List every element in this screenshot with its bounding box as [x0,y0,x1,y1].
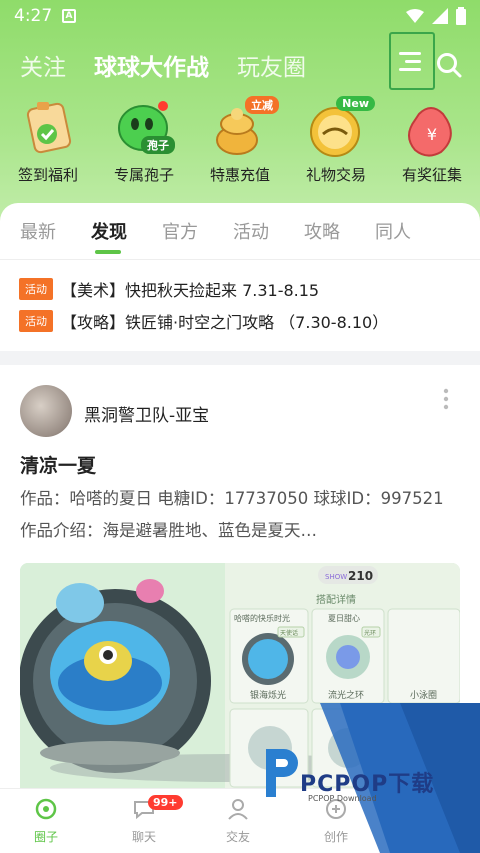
quick-gift-trade[interactable]: New 礼物交易 [288,96,384,185]
battery-icon [456,7,466,25]
quick-actions: 签到福利 孢子 专属孢子 立减 特惠充值 New 礼物交易 ¥ 有奖征集 [0,96,480,185]
quick-label: 有奖征集 [401,166,462,184]
menu-button[interactable] [389,32,435,90]
nav-label: 圈子 [33,830,58,844]
tab-ball-battle[interactable]: 球球大作战 [94,48,209,82]
nav-label: 聊天 [131,830,156,844]
item-label-3: 银海烁光 [250,689,286,701]
item-tag-2: 光环 [364,629,376,637]
chat-badge: 99+ [148,795,183,810]
subtab-guide[interactable]: 攻略 [304,218,375,244]
post-title: 清凉一夏 [20,455,97,477]
status-bar: 4:27 A [0,0,480,32]
subtab-discover[interactable]: 发现 [91,218,162,254]
subtab-activity[interactable]: 活动 [233,218,304,244]
notice-tag: 活动 [19,310,53,332]
item-tag-1: 天使话 [280,629,298,637]
notice-item[interactable]: 活动 【美术】快把秋天捡起来 7.31-8.15 [19,273,388,305]
subtab-fanwork[interactable]: 同人 [375,218,446,244]
image-panel-title: 搭配详情 [316,593,356,606]
spore-badge: 孢子 [141,136,175,154]
recharge-icon: 立减 [209,96,279,160]
item-label-1: 哈嗒的快乐时光 [234,613,290,623]
quick-spore[interactable]: 孢子 专属孢子 [96,100,192,185]
feed-panel: 最新 发现 官方 活动 攻略 同人 活动 【美术】快把秋天捡起来 7.31-8.… [0,203,480,351]
top-nav: 关注 球球大作战 玩友圈 [20,48,306,82]
gift-trade-icon: New [305,96,375,160]
spore-icon: 孢子 [113,100,175,160]
app-notification-icon: A [62,9,76,23]
quick-label: 签到福利 [17,166,78,184]
item-label-4: 流光之环 [328,689,364,701]
subtab-latest[interactable]: 最新 [20,218,91,244]
post-description: 作品：哈嗒的夏日 电糖ID：17737050 球球ID：997521 作品介绍：… [20,489,444,540]
tab-friend-circle[interactable]: 玩友圈 [237,48,306,82]
watermark-subtext: PCPOP Download [308,794,377,803]
circle-icon [35,798,57,820]
svg-text:SHOW: SHOW [325,573,347,581]
subtab-official[interactable]: 官方 [162,218,233,244]
avatar[interactable] [20,385,72,437]
signal-icon [432,8,448,24]
gift-trade-badge: New [336,96,375,111]
svg-text:¥: ¥ [427,125,437,144]
quick-prize[interactable]: ¥ 有奖征集 [384,100,480,185]
recharge-badge: 立减 [245,96,279,114]
divider [0,259,480,260]
show-count: 210 [348,569,373,583]
status-time: 4:27 [14,6,53,26]
notice-tag: 活动 [19,278,53,300]
quick-label: 礼物交易 [305,166,366,184]
quick-checkin[interactable]: 签到福利 [0,100,96,185]
tab-follow[interactable]: 关注 [20,48,66,82]
quick-label: 专属孢子 [113,166,174,184]
wifi-icon [406,9,424,23]
notice-item[interactable]: 活动 【攻略】铁匠铺·时空之门攻略 （7.30-8.10） [19,305,388,337]
notice-text: 【攻略】铁匠铺·时空之门攻略 （7.30-8.10） [61,313,389,332]
notice-list: 活动 【美术】快把秋天捡起来 7.31-8.15 活动 【攻略】铁匠铺·时空之门… [19,273,388,337]
quick-label: 特惠充值 [209,166,270,184]
quick-recharge[interactable]: 立减 特惠充值 [192,96,288,185]
author-name[interactable]: 黑洞警卫队-亚宝 [84,401,209,426]
search-icon[interactable] [436,52,462,78]
prize-icon: ¥ [401,100,463,160]
nav-circle[interactable]: 圈子 [6,797,86,845]
friends-icon [228,799,248,820]
notice-text: 【美术】快把秋天捡起来 7.31-8.15 [61,281,320,300]
item-label-2: 夏日甜心 [328,613,360,623]
menu-icon [399,52,421,71]
more-options-icon[interactable] [440,387,452,411]
sub-tabs: 最新 发现 官方 活动 攻略 同人 [0,203,480,254]
checkin-icon [17,100,79,160]
item-label-5: 小泳圈 [410,689,437,701]
watermark-logo-icon [266,749,298,797]
nav-chat[interactable]: 99+ 聊天 [104,795,184,845]
